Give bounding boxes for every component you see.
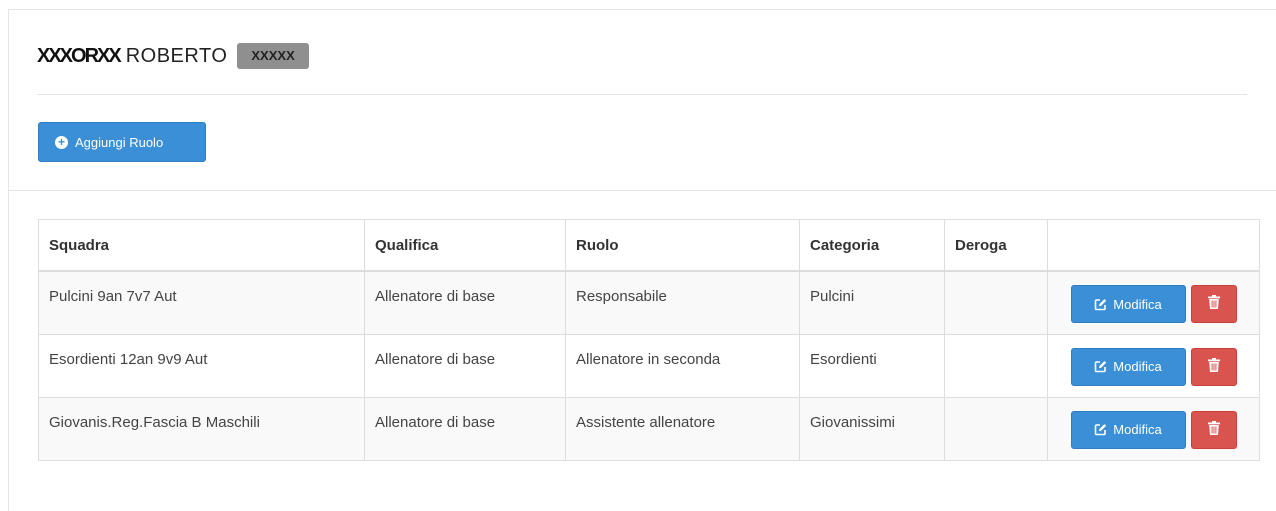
- column-header-qualifica: Qualifica: [364, 219, 566, 272]
- table-row: Esordienti 12an 9v9 Aut Allenatore di ba…: [38, 333, 1260, 398]
- cell-qualifica: Allenatore di base: [364, 270, 566, 335]
- column-header-squadra: Squadra: [38, 219, 365, 272]
- cell-actions: Modifica: [1047, 270, 1260, 335]
- trash-icon: [1207, 420, 1220, 439]
- column-header-ruolo: Ruolo: [565, 219, 800, 272]
- edit-button-label: Modifica: [1113, 359, 1162, 374]
- edit-button[interactable]: Modifica: [1070, 347, 1186, 386]
- cell-actions: Modifica: [1047, 333, 1260, 398]
- delete-button[interactable]: [1190, 347, 1237, 386]
- cell-categoria: Giovanissimi: [799, 396, 945, 461]
- cell-ruolo: Responsabile: [565, 270, 800, 335]
- person-panel: XXXORXX ROBERTO XXXXX + Aggiungi Ruolo S…: [8, 9, 1276, 511]
- cell-categoria: Esordienti: [799, 333, 945, 398]
- add-role-button[interactable]: + Aggiungi Ruolo: [38, 122, 206, 162]
- cell-deroga: [944, 333, 1048, 398]
- edit-icon: [1094, 423, 1107, 436]
- delete-button[interactable]: [1190, 410, 1237, 449]
- cell-qualifica: Allenatore di base: [364, 396, 566, 461]
- cell-squadra: Giovanis.Reg.Fascia B Maschili: [38, 396, 365, 461]
- column-header-categoria: Categoria: [799, 219, 945, 272]
- trash-icon: [1207, 357, 1220, 376]
- surname-redacted: XXXORXX: [37, 44, 122, 67]
- column-header-deroga: Deroga: [944, 219, 1048, 272]
- edit-button-label: Modifica: [1113, 422, 1162, 437]
- edit-button-label: Modifica: [1113, 296, 1162, 312]
- id-badge: XXXXX: [237, 43, 309, 69]
- roles-table: Squadra Qualifica Ruolo Categoria Deroga…: [38, 219, 1260, 461]
- column-header-actions: [1047, 219, 1260, 272]
- trash-icon: [1207, 295, 1220, 313]
- first-name: ROBERTO: [125, 44, 228, 67]
- table-row: Pulcini 9an 7v7 Aut Allenatore di base R…: [38, 270, 1260, 335]
- delete-button[interactable]: [1190, 285, 1237, 323]
- table-row: Giovanis.Reg.Fascia B Maschili Allenator…: [38, 396, 1260, 461]
- cell-deroga: [944, 270, 1048, 335]
- edit-icon: [1094, 360, 1107, 373]
- cell-squadra: Pulcini 9an 7v7 Aut: [38, 270, 365, 335]
- add-role-label: Aggiungi Ruolo: [75, 134, 164, 150]
- cell-categoria: Pulcini: [799, 270, 945, 335]
- cell-squadra: Esordienti 12an 9v9 Aut: [38, 333, 365, 398]
- cell-actions: Modifica: [1047, 396, 1260, 461]
- edit-button[interactable]: Modifica: [1070, 410, 1186, 449]
- plus-circle-icon: +: [55, 135, 68, 149]
- table-header-row: Squadra Qualifica Ruolo Categoria Deroga: [38, 219, 1260, 272]
- cell-qualifica: Allenatore di base: [364, 333, 566, 398]
- cell-deroga: [944, 396, 1048, 461]
- divider: [37, 94, 1247, 95]
- divider: [9, 190, 1276, 191]
- cell-ruolo: Allenatore in seconda: [565, 333, 800, 398]
- person-header: XXXORXX ROBERTO XXXXX: [37, 40, 309, 72]
- cell-ruolo: Assistente allenatore: [565, 396, 800, 461]
- edit-button[interactable]: Modifica: [1070, 285, 1186, 323]
- edit-icon: [1094, 298, 1107, 311]
